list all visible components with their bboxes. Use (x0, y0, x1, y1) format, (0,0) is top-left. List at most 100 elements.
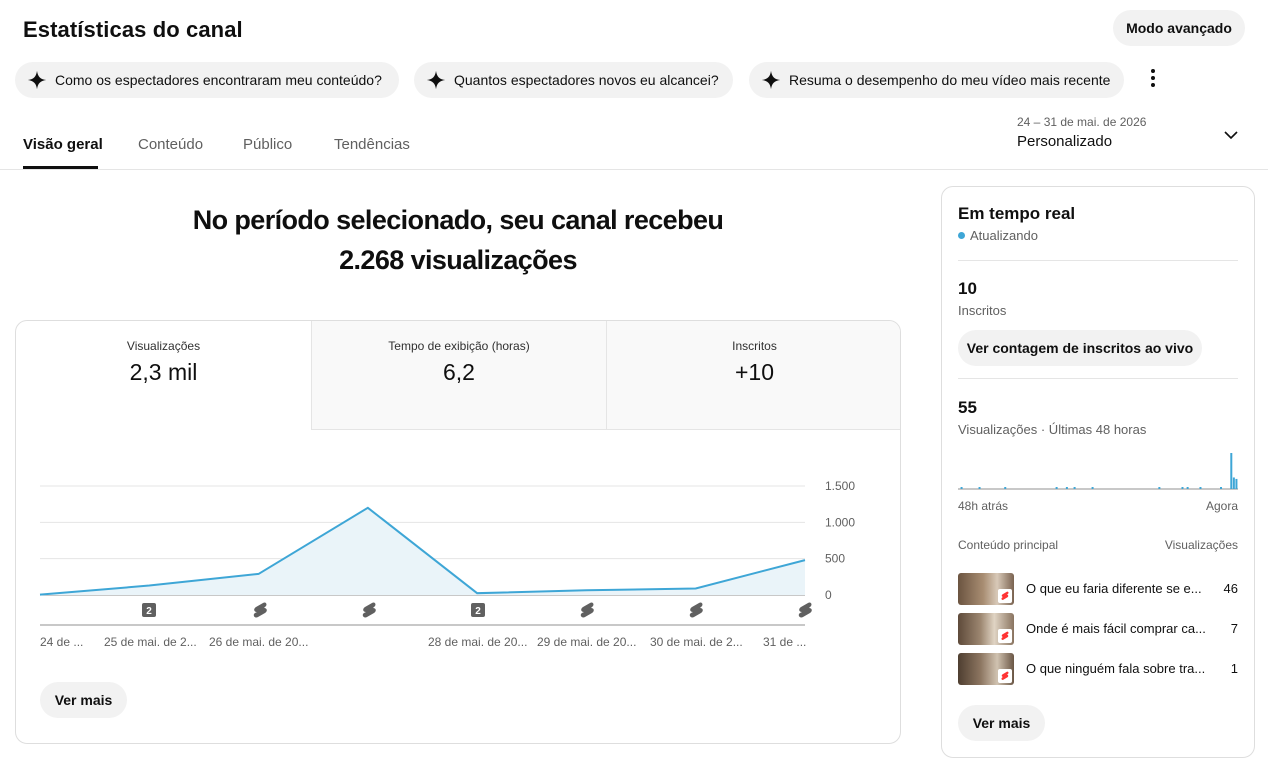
chip-recent-video-summary[interactable]: Resuma o desempenho do meu vídeo mais re… (749, 62, 1124, 98)
sparkline-bar (1232, 477, 1235, 489)
shorts-marker-icon (580, 602, 594, 618)
realtime-status: Atualizando (958, 228, 1038, 243)
tab-trends[interactable]: Tendências (334, 136, 410, 153)
realtime-views-count: 55 (958, 398, 977, 417)
top-content-header: Conteúdo principal (958, 538, 1059, 552)
chip-label: Resuma o desempenho do meu vídeo mais re… (789, 72, 1111, 88)
top-views-header: Visualizações (1164, 538, 1238, 552)
more-options-icon[interactable] (1141, 64, 1165, 92)
sparkline-bar (960, 487, 963, 489)
content-title: Onde é mais fácil comprar ca... (1026, 621, 1206, 636)
shorts-marker-icon (362, 602, 376, 618)
x-tick-label: 28 de mai. de 20... (428, 635, 527, 649)
sparkline-end-label: Agora (1205, 499, 1238, 513)
content-views: 1 (1230, 661, 1238, 676)
data-point (803, 558, 807, 562)
content-views: 46 (1223, 581, 1238, 596)
views-chart: 1.500 1.000 500 0 2 2 24 de ... 25 de mai. de 2… (38, 479, 855, 649)
sparkle-icon (761, 70, 781, 90)
video-thumbnail (958, 613, 1014, 645)
realtime-views-sparkline (958, 453, 1238, 490)
data-point (475, 591, 479, 595)
advanced-mode-button[interactable]: Modo avançado (1113, 10, 1245, 46)
y-tick-label: 0 (825, 588, 832, 602)
data-point (38, 593, 42, 597)
shorts-marker-icon (253, 602, 267, 618)
upload-count-label: 2 (475, 606, 481, 617)
headline-line-2: 2.268 visualizações (339, 245, 577, 275)
sparkle-icon (27, 70, 47, 90)
top-content-row[interactable]: Onde é mais fácil comprar ca... 7 (958, 613, 1238, 645)
sparkline-bar (1004, 487, 1007, 489)
data-point (257, 572, 261, 576)
date-range-text: 24 – 31 de mai. de 2026 (1017, 115, 1147, 129)
see-more-button[interactable]: Ver mais (40, 682, 127, 718)
sparkline-start-label: 48h atrás (958, 499, 1009, 513)
page-title: Estatísticas do canal (23, 17, 243, 42)
shorts-marker-icon (689, 602, 703, 618)
live-subscriber-count-button[interactable]: Ver contagem de inscritos ao vivo (958, 330, 1202, 366)
shorts-icon (998, 669, 1012, 683)
x-tick-label: 31 de ... (763, 635, 806, 649)
y-tick-label: 500 (825, 552, 845, 566)
sparkline-bar (1073, 487, 1076, 489)
realtime-title: Em tempo real (958, 204, 1076, 223)
sparkline-bar (978, 487, 981, 489)
live-dot-icon (958, 232, 965, 239)
data-point (147, 584, 151, 588)
realtime-card: Em tempo real Atualizando 10 Inscritos V… (941, 186, 1255, 758)
content-views: 7 (1230, 621, 1238, 636)
sparkline-bar (1235, 478, 1238, 489)
overview-card: Visualizações 2,3 mil Tempo de exibição … (15, 320, 901, 744)
shorts-marker-icon (798, 602, 812, 618)
headline-line-1: No período selecionado, seu canal recebe… (192, 205, 724, 235)
subscribers-count: 10 (958, 279, 977, 298)
sparkline-bar (1055, 487, 1058, 489)
video-thumbnail (958, 653, 1014, 685)
video-thumbnail (958, 573, 1014, 605)
x-tick-label: 26 de mai. de 20... (209, 635, 308, 649)
x-tick-label: 24 de ... (40, 635, 83, 649)
sparkline-bar (1230, 453, 1233, 489)
top-content-row[interactable]: O que eu faria diferente se e... 46 (958, 573, 1238, 605)
x-tick-label: 30 de mai. de 2... (650, 635, 743, 649)
realtime-status-text: Atualizando (970, 228, 1038, 243)
y-tick-label: 1.500 (825, 479, 855, 493)
realtime-see-more-button[interactable]: Ver mais (958, 705, 1045, 741)
tab-audience[interactable]: Público (243, 136, 292, 153)
realtime-views-label: Visualizações · Últimas 48 horas (958, 422, 1147, 437)
sparkline-bar (1186, 487, 1189, 489)
data-point (366, 506, 370, 510)
top-content-row[interactable]: O que ninguém fala sobre tra... 1 (958, 653, 1238, 685)
chip-label: Como os espectadores encontraram meu con… (55, 72, 382, 88)
subscribers-label: Inscritos (958, 303, 1007, 318)
data-point (584, 588, 588, 592)
tab-overview[interactable]: Visão geral (23, 136, 103, 153)
date-range-preset: Personalizado (1017, 133, 1113, 150)
divider (958, 378, 1238, 379)
shorts-icon (998, 589, 1012, 603)
upload-count-label: 2 (146, 606, 152, 617)
sparkline-bar (1158, 487, 1161, 489)
divider (958, 260, 1238, 261)
chip-how-viewers-found[interactable]: Como os espectadores encontraram meu con… (15, 62, 399, 98)
x-tick-label: 29 de mai. de 20... (537, 635, 636, 649)
shorts-icon (998, 629, 1012, 643)
sparkline-bar (1091, 487, 1094, 489)
tab-content[interactable]: Conteúdo (138, 136, 203, 153)
content-title: O que eu faria diferente se e... (1026, 581, 1202, 596)
x-tick-label: 25 de mai. de 2... (104, 635, 197, 649)
sparkline-bar (1199, 487, 1202, 489)
content-title: O que ninguém fala sobre tra... (1026, 661, 1206, 676)
period-headline: No período selecionado, seu canal recebe… (15, 200, 901, 280)
chip-new-viewers[interactable]: Quantos espectadores novos eu alcancei? (414, 62, 733, 98)
y-tick-label: 1.000 (825, 515, 855, 529)
data-point (694, 586, 698, 590)
sparkle-icon (426, 70, 446, 90)
sparkline-bar (1065, 487, 1068, 489)
chip-label: Quantos espectadores novos eu alcancei? (454, 72, 719, 88)
sparkline-bar (1220, 487, 1223, 489)
date-range-selector[interactable]: 24 – 31 de mai. de 2026 Personalizado (1017, 112, 1247, 156)
chevron-down-icon (1224, 131, 1238, 140)
header-divider (0, 169, 1268, 170)
